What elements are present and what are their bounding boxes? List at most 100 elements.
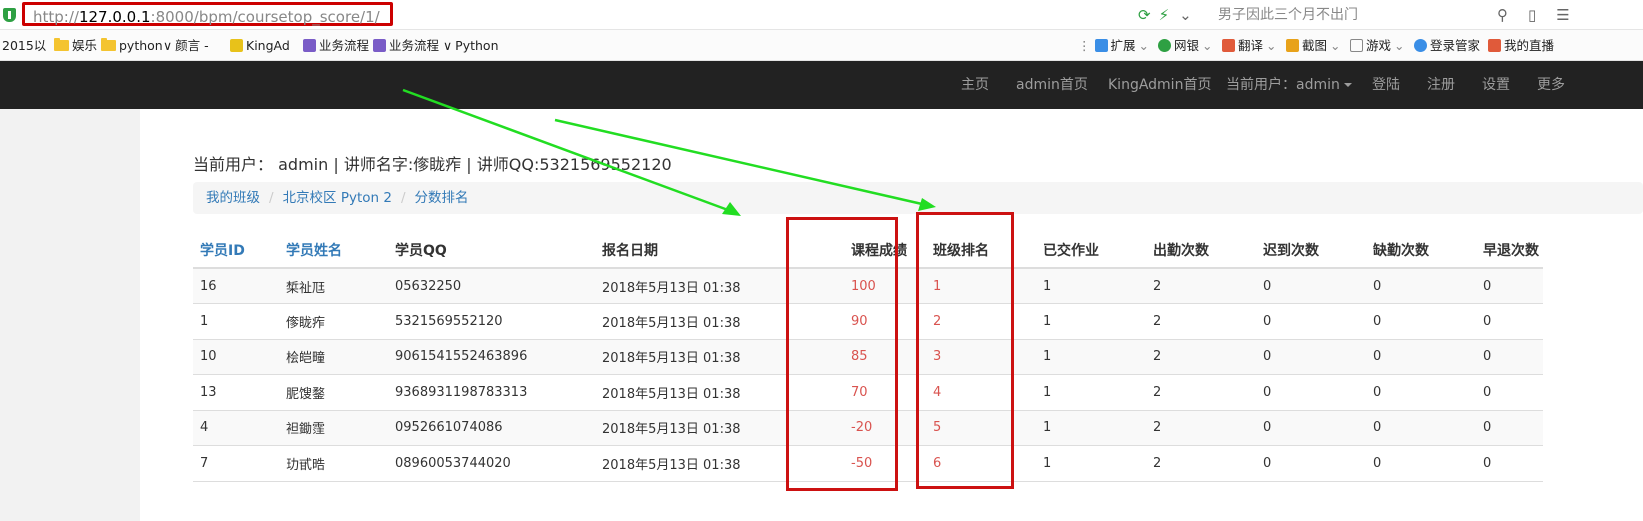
more-dots-icon: ⋮ (1078, 38, 1091, 53)
cell-attendance: 2 (1146, 445, 1256, 482)
cell-absent: 0 (1366, 339, 1476, 375)
url-host: 127.0.0.1 (78, 8, 151, 26)
bookmark-label: Python (455, 38, 499, 53)
toolbar-login-manager[interactable]: 登录管家 (1414, 30, 1480, 61)
nav-kingadmin-home[interactable]: KingAdmin首页 (1108, 61, 1211, 109)
cell-homework-done: 1 (1036, 410, 1146, 446)
cell-attendance: 2 (1146, 374, 1256, 411)
cell-student-id: 4 (193, 410, 279, 446)
cell-attendance: 2 (1146, 339, 1256, 375)
search-icon[interactable]: ⚲ (1497, 6, 1508, 24)
search-input[interactable]: 男子因此三个月不出门 (1210, 3, 1518, 27)
bookmark-item[interactable]: 2015以 (2, 30, 46, 61)
cell-student-id: 10 (193, 339, 279, 375)
cell-student-id: 16 (193, 268, 279, 304)
bookmark-item[interactable]: 业务流程 (373, 30, 439, 61)
toolbar-live[interactable]: 我的直播 (1488, 30, 1554, 61)
cell-student-qq: 08960053744020 (388, 445, 595, 482)
cell-enroll-date: 2018年5月13日 01:38 (595, 410, 816, 446)
cell-student-name: 胒馊鍪 (279, 374, 388, 411)
url-path: :8000/bpm/coursetop_score/1/ (150, 8, 380, 26)
cell-homework-done: 1 (1036, 374, 1146, 411)
cell-late: 0 (1256, 410, 1366, 446)
col-student-name[interactable]: 学员姓名 (279, 232, 388, 269)
url-field[interactable]: http://127.0.0.1:8000/bpm/coursetop_scor… (22, 2, 393, 26)
menu-icon[interactable]: ☰ (1556, 6, 1569, 24)
username: admin (278, 155, 329, 174)
cell-student-name: 袒鋤霔 (279, 410, 388, 446)
nav-current-user-dropdown[interactable]: 当前用户：admin (1226, 61, 1352, 109)
chevron-down-icon: ⌄ (1330, 38, 1341, 53)
nav-register[interactable]: 注册 (1427, 61, 1455, 109)
col-homework-done: 已交作业 (1036, 232, 1146, 269)
kingad-icon (230, 39, 243, 52)
breadcrumb-class-name[interactable]: 北京校区 Pyton 2 (283, 190, 392, 206)
chevron-down-icon[interactable]: ⌄ (1179, 6, 1192, 24)
nav-admin-home[interactable]: admin首页 (1016, 61, 1088, 109)
bookmark-item[interactable]: ∨ Python (443, 30, 499, 61)
toolbar-label: 游戏 (1366, 38, 1392, 53)
toolbar-translate[interactable]: 翻译 ⌄ (1222, 30, 1277, 61)
chevron-down-icon: ⌄ (1138, 38, 1149, 53)
bookmark-item[interactable]: ∨ 颜言 - (163, 30, 209, 61)
bookmarks-bar: 2015以 娱乐 python ∨ 颜言 - KingAd 业务流程 业务流程 ∨… (0, 30, 1643, 61)
cell-homework-done: 1 (1036, 303, 1146, 340)
browser-address-bar: http://127.0.0.1:8000/bpm/coursetop_scor… (0, 0, 1643, 30)
bookmark-folder[interactable]: python (101, 30, 163, 61)
toolbar-screenshot[interactable]: 截图 ⌄ (1286, 30, 1341, 61)
chevron-down-icon: ⌄ (1394, 38, 1405, 53)
cell-attendance: 2 (1146, 410, 1256, 446)
toolbar-netbank[interactable]: 网银 ⌄ (1158, 30, 1213, 61)
highlight-box-rank (916, 212, 1014, 489)
lightning-icon[interactable]: ⚡ (1159, 6, 1170, 24)
page-icon (303, 39, 316, 52)
bookmark-label: python (119, 38, 163, 53)
caret-down-icon (1343, 83, 1352, 87)
cell-student-id: 1 (193, 303, 279, 340)
cell-student-qq: 05632250 (388, 268, 595, 304)
security-shield-icon[interactable] (3, 8, 16, 22)
breadcrumb-score-ranking[interactable]: 分数排名 (415, 190, 469, 206)
cell-early-leave: 0 (1476, 303, 1543, 340)
toolbar-label: 我的直播 (1504, 38, 1555, 53)
phone-icon[interactable]: ▯ (1528, 6, 1536, 24)
nav-home[interactable]: 主页 (961, 61, 989, 109)
cell-early-leave: 0 (1476, 410, 1543, 446)
bookmark-label: 2015以 (2, 38, 47, 53)
nav-more[interactable]: 更多 (1537, 61, 1565, 109)
extensions-icon (1094, 39, 1108, 52)
bookmark-item[interactable]: KingAd (230, 30, 290, 61)
left-margin (0, 109, 140, 521)
cell-late: 0 (1256, 445, 1366, 482)
cell-homework-done: 1 (1036, 339, 1146, 375)
cell-attendance: 2 (1146, 268, 1256, 304)
cell-student-id: 13 (193, 374, 279, 411)
toolbar-extensions[interactable]: ⋮ 扩展 ⌄ (1078, 30, 1149, 61)
cell-student-qq: 0952661074086 (388, 410, 595, 446)
col-early-leave: 早退次数 (1476, 232, 1543, 269)
refresh-icon[interactable]: ⟳ (1138, 6, 1151, 24)
cell-absent: 0 (1366, 410, 1476, 446)
nav-login[interactable]: 登陆 (1372, 61, 1400, 109)
login-manager-icon (1414, 39, 1427, 52)
translate-icon (1222, 39, 1235, 52)
cell-late: 0 (1256, 303, 1366, 340)
toolbar-games[interactable]: 游戏 ⌄ (1350, 30, 1405, 61)
cell-absent: 0 (1366, 303, 1476, 340)
cell-student-qq: 5321569552120 (388, 303, 595, 340)
nav-settings[interactable]: 设置 (1482, 61, 1510, 109)
chevron-down-icon: ⌄ (1202, 38, 1213, 53)
cell-early-leave: 0 (1476, 374, 1543, 411)
bookmark-item[interactable]: 业务流程 (303, 30, 369, 61)
gamepad-icon (1350, 39, 1363, 52)
top-navbar: 主页 admin首页 KingAdmin首页 当前用户：admin 登陆 注册 … (0, 61, 1643, 109)
folder-icon (54, 38, 69, 51)
breadcrumb-my-class[interactable]: 我的班级 (206, 190, 260, 206)
address-bar-tools: ⟳ ⚡ ⌄ (1138, 0, 1192, 30)
cell-enroll-date: 2018年5月13日 01:38 (595, 268, 816, 304)
col-student-id[interactable]: 学员ID (193, 232, 279, 269)
col-absent: 缺勤次数 (1366, 232, 1476, 269)
bookmark-folder[interactable]: 娱乐 (54, 30, 97, 61)
cell-student-qq: 9061541552463896 (388, 339, 595, 375)
current-user-info: 当前用户： admin | 讲师名字:偧眬痄 | 讲师QQ:5321569552… (193, 151, 672, 175)
